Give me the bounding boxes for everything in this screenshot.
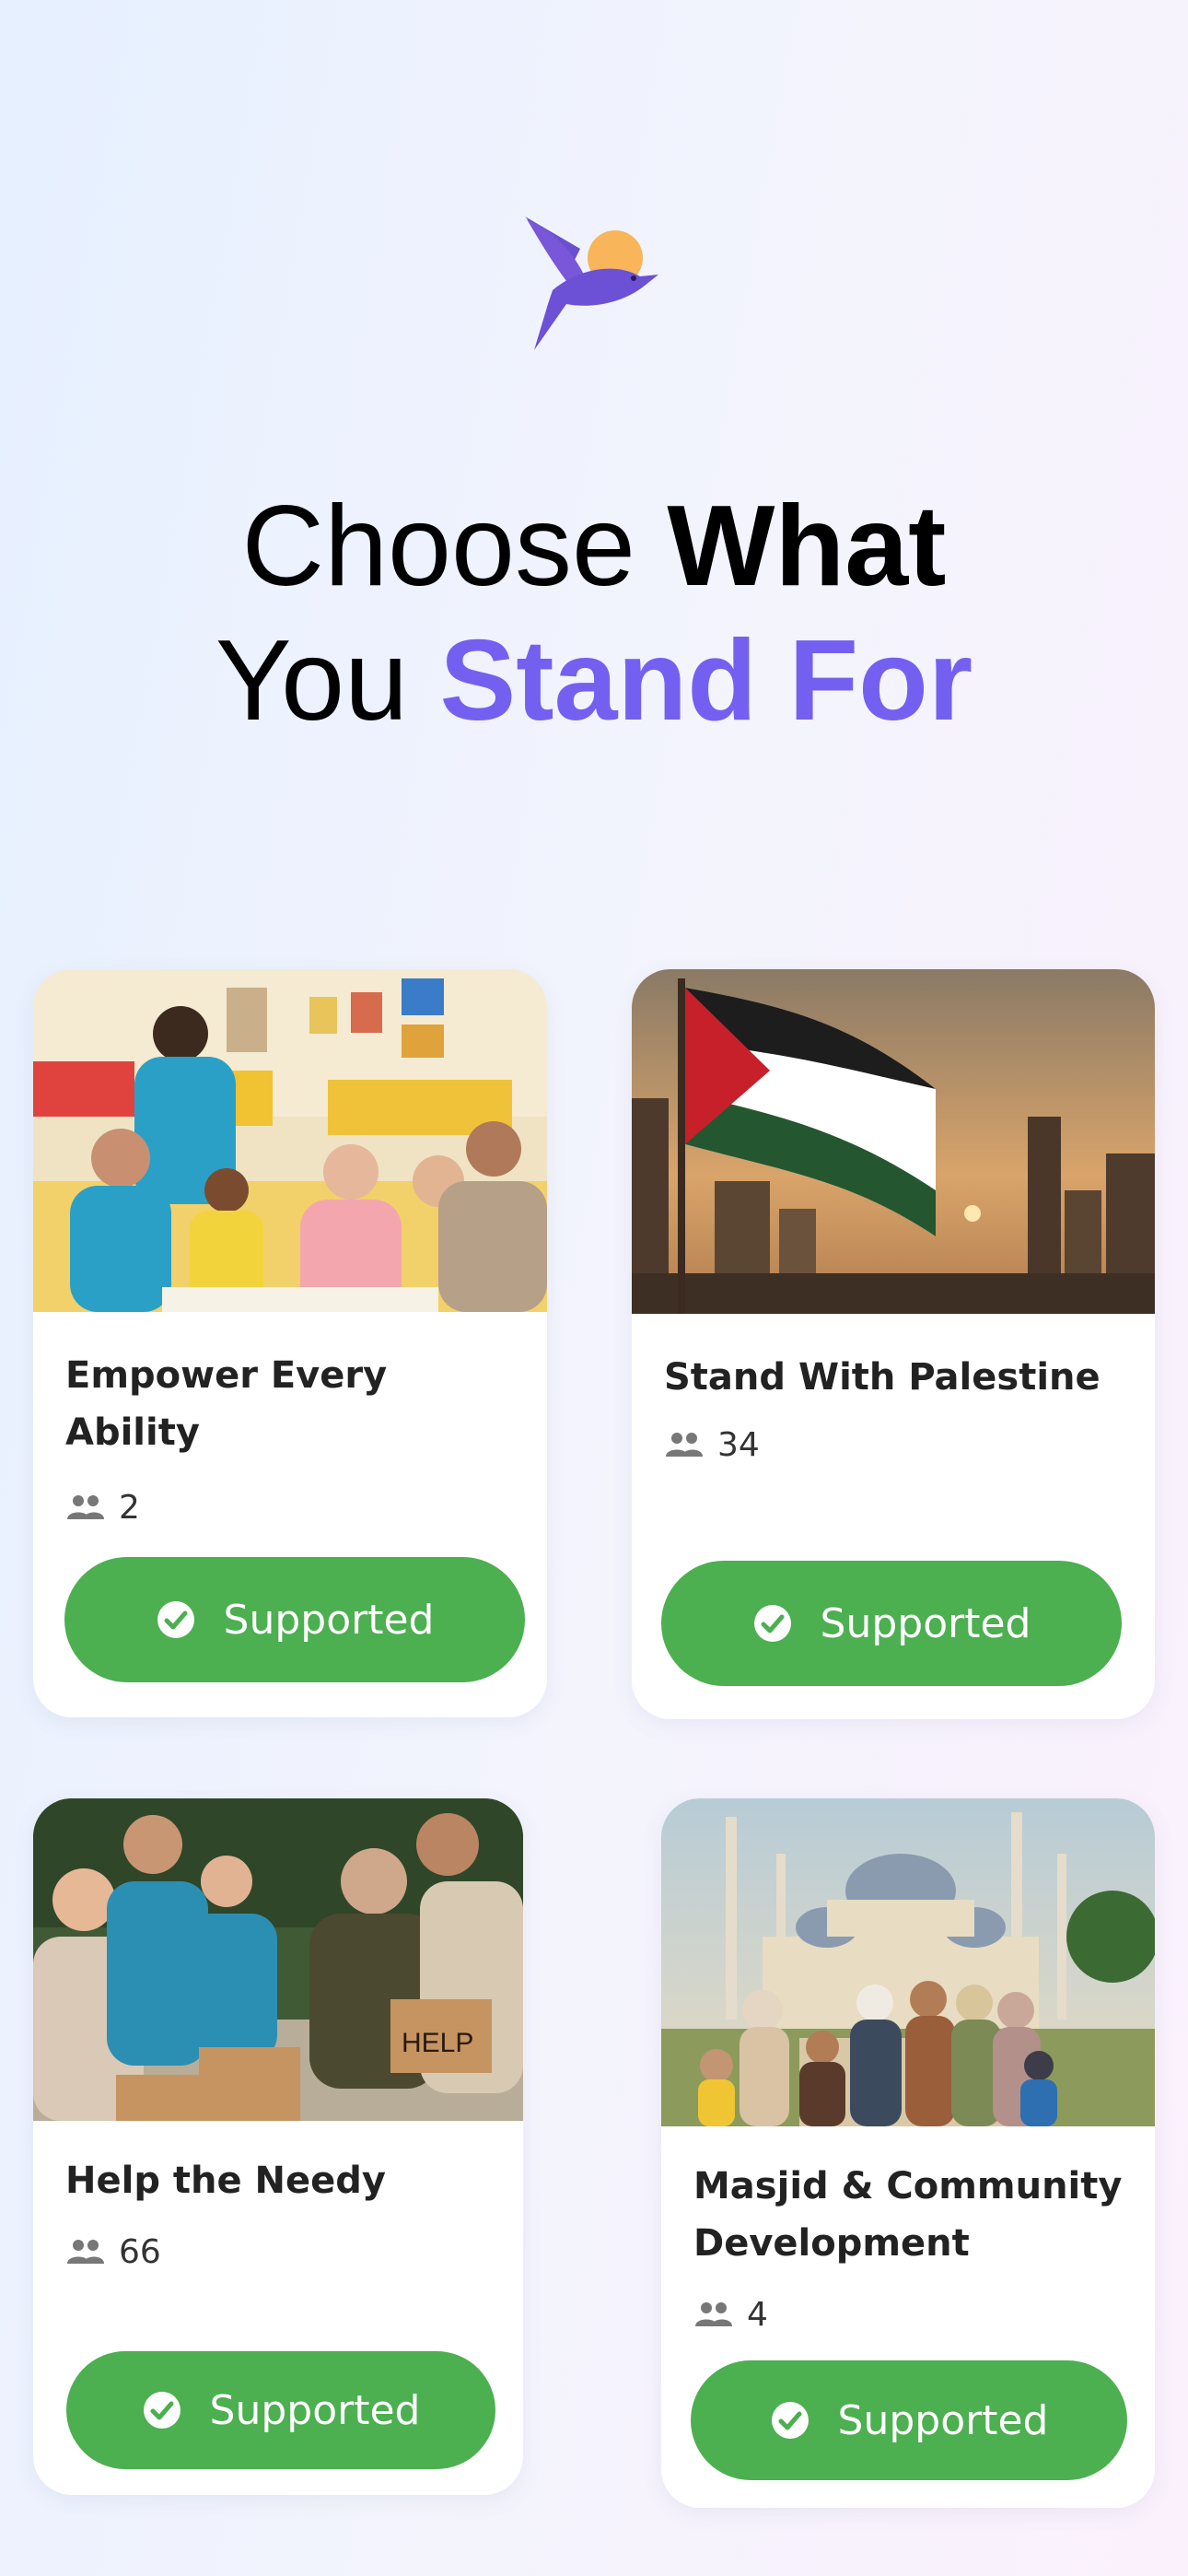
- people-icon: [695, 2302, 732, 2326]
- supporters-number: 4: [747, 2295, 768, 2334]
- check-circle-icon: [753, 1605, 791, 1642]
- bird-logo: [516, 212, 672, 350]
- people-icon: [666, 1433, 703, 1457]
- cause-title: Masjid & Community Development: [693, 2165, 1123, 2265]
- cause-card-masjid-community[interactable]: Masjid & Community Development 4 Support…: [661, 1798, 1155, 2508]
- cause-image-empower: [33, 969, 547, 1312]
- supporters-count: 4: [693, 2294, 768, 2335]
- headline-choose: Choose: [241, 483, 635, 610]
- cause-title: Empower Every Ability: [65, 1354, 388, 1454]
- supported-button[interactable]: Supported: [661, 1561, 1122, 1686]
- cause-image-masjid: [661, 1798, 1155, 2126]
- supported-button-label: Supported: [820, 1599, 1031, 1647]
- cause-title: Help the Needy: [65, 2160, 386, 2202]
- svg-text:HELP: HELP: [402, 2028, 473, 2058]
- supporters-number: 2: [119, 1488, 140, 1527]
- cause-card-empower-every-ability[interactable]: Empower Every Ability 2 Supported: [33, 969, 547, 1717]
- supporters-count: 2: [65, 1487, 140, 1528]
- cause-title: Stand With Palestine: [664, 1356, 1101, 1399]
- people-icon: [67, 1495, 104, 1519]
- supported-button[interactable]: Supported: [66, 2351, 495, 2469]
- supporters-number: 66: [119, 2232, 161, 2271]
- check-circle-icon: [771, 2402, 809, 2439]
- supported-button[interactable]: Supported: [691, 2360, 1127, 2480]
- supported-button-label: Supported: [209, 2386, 421, 2434]
- supporters-count: 66: [65, 2231, 161, 2272]
- supported-button-label: Supported: [837, 2396, 1049, 2444]
- check-circle-icon: [143, 2392, 181, 2429]
- cause-card-stand-with-palestine[interactable]: Stand With Palestine 34 Supported: [632, 969, 1155, 1719]
- cause-image-help-needy: HELP: [33, 1798, 523, 2121]
- people-icon: [67, 2240, 104, 2264]
- supporters-count: 34: [664, 1424, 760, 1465]
- headline-what: What: [667, 483, 947, 610]
- supporters-number: 34: [717, 1425, 760, 1464]
- check-circle-icon: [157, 1601, 194, 1638]
- headline-stand-for: Stand For: [439, 617, 973, 744]
- supported-button-label: Supported: [223, 1596, 435, 1644]
- page-title: Choose What You Stand For: [0, 479, 1188, 748]
- cause-card-help-the-needy[interactable]: HELP Help the Needy 66 Supported: [33, 1798, 523, 2495]
- headline-you: You: [215, 617, 409, 744]
- cause-image-palestine: [632, 969, 1155, 1314]
- supported-button[interactable]: Supported: [64, 1557, 525, 1682]
